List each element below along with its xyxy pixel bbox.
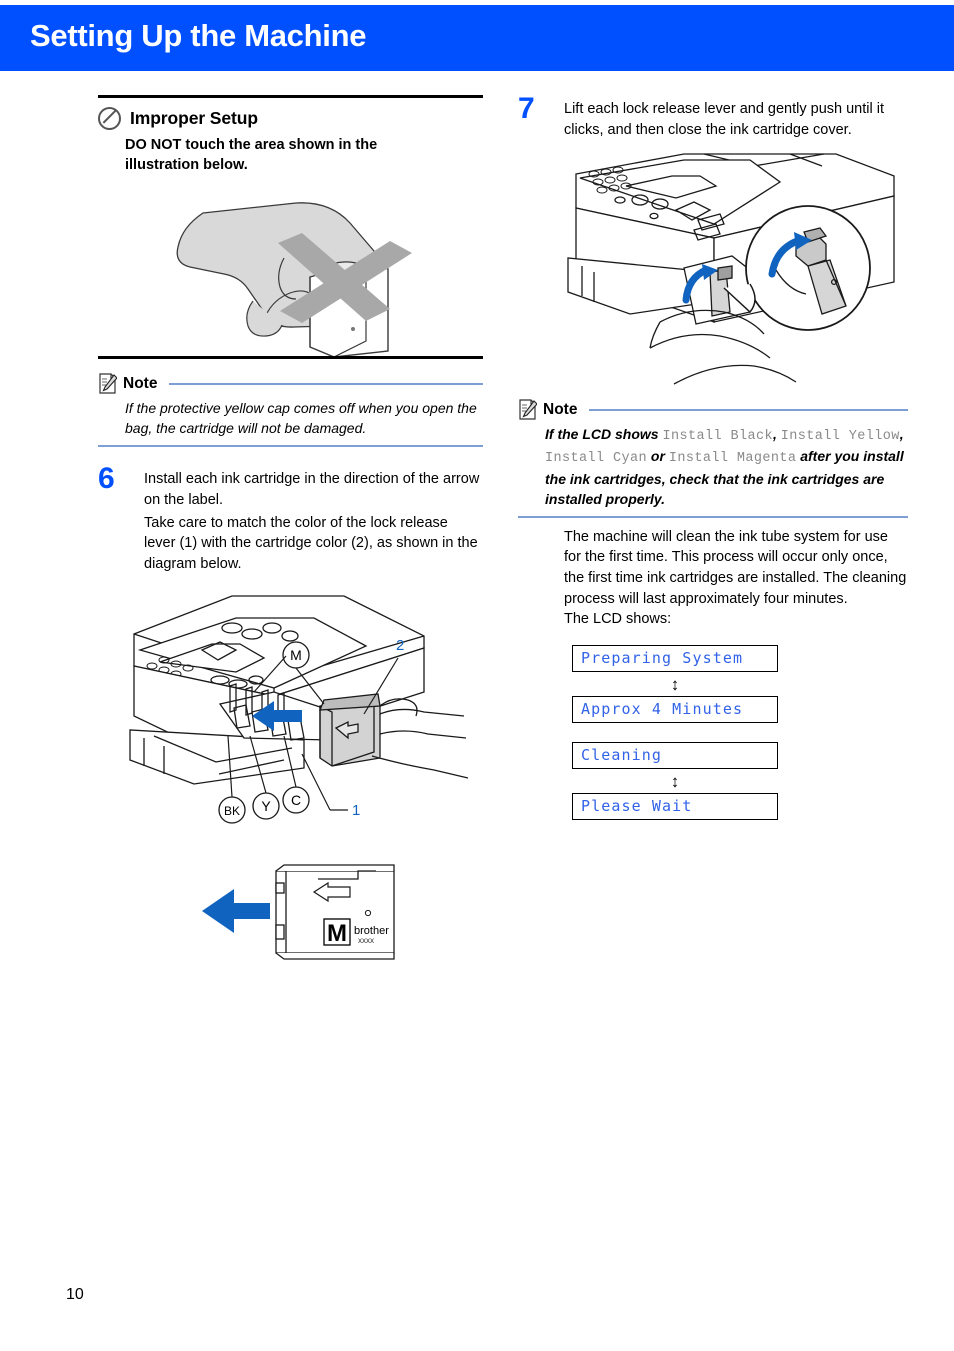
note-comma-2: , [899,426,904,443]
note-label-left: Note [123,374,158,392]
lcd-box-please-wait: Please Wait [572,792,778,820]
cleaning-paragraph: The machine will clean the ink tube syst… [564,528,907,607]
lcd-box-approx-4-minutes: Approx 4 Minutes [572,695,778,723]
step-7-text: Lift each lock release lever and gently … [564,101,884,138]
note-body-left: If the protective yellow cap comes off w… [125,400,477,437]
step-6-number: 6 [98,462,115,496]
callout-2: 2 [396,637,404,654]
note-header-left: Note [98,373,483,395]
step-7-number: 7 [518,92,535,125]
cartridge-model: XXXX [358,939,374,945]
note-header-right: Note [518,399,908,420]
lcd-arrow-1: ↕ [670,674,680,694]
note-label-right: Note [543,400,578,418]
note-body-right: If the LCD shows Install Black, Install … [545,424,908,509]
note-comma-1: , [772,426,777,443]
prohibition-icon [98,107,121,130]
page-header-bar: Setting Up the Machine [0,5,954,71]
improper-setup-body: DO NOT touch the area shown in the illus… [125,137,378,173]
note-prefix: If the LCD shows [545,426,663,443]
lcd-arrow-2: ↕ [670,771,680,791]
callout-1: 1 [352,802,360,819]
left-column: Improper Setup DO NOT touch the area sho… [98,95,483,961]
illustration-hand-do-not-touch [98,181,483,357]
printer-slots-svg: M BK Y C 2 1 [129,595,469,825]
svg-text:BK: BK [224,804,240,818]
note-bottom-rule-right [518,515,908,518]
lock-release-lever-svg [567,153,895,385]
improper-setup-top-rule [98,95,483,98]
cartridge-brand: brother [354,925,389,937]
cartridge-label-svg: M brother XXXX [202,864,395,961]
lcd-text-approx-4-minutes: Approx 4 Minutes [581,700,744,719]
note-header-rule-right [589,408,908,411]
lcd-box-preparing-system: Preparing System [572,644,778,672]
improper-setup-title: Improper Setup [130,108,258,128]
note-bottom-rule-left [98,445,483,448]
lcd-term-cyan: Install Cyan [545,451,648,467]
lcd-text-cleaning: Cleaning [581,746,663,765]
step-7: 7 Lift each lock release lever and gentl… [518,92,908,140]
note-header-rule-left [169,382,483,385]
improper-setup-bottom-rule [98,356,483,360]
lcd-text-preparing-system: Preparing System [581,649,744,668]
svg-text:C: C [291,792,301,808]
svg-text:M: M [290,647,302,663]
lcd-intro-text: The LCD shows: [564,611,672,628]
right-column: 7 Lift each lock release lever and gentl… [518,92,908,820]
lcd-term-magenta: Install Magenta [668,451,797,467]
direction-arrow-icon [202,889,270,934]
note-or: or [650,448,665,465]
step-6-text-line1: Install each ink cartridge in the direct… [144,471,480,509]
lcd-term-yellow: Install Yellow [780,429,900,445]
lcd-stack-gap [572,723,908,742]
illustration-cartridge-label: M brother XXXX [198,861,483,961]
step-6-text-line2: Take care to match the color of the lock… [144,514,478,572]
illustration-printer-slots: M BK Y C 2 1 [124,588,483,843]
lcd-message-stack: Preparing System ↕ Approx 4 Minutes Clea… [572,644,908,820]
page-number: 10 [66,1286,84,1303]
lcd-text-please-wait: Please Wait [581,797,693,816]
improper-setup-header: Improper Setup [98,107,483,130]
note-pencil-icon [518,399,538,420]
lcd-box-cleaning: Cleaning [572,741,778,769]
cartridge-letter: M [327,920,347,947]
page-title: Setting Up the Machine [30,18,367,53]
note-pencil-icon [98,373,118,395]
svg-text:Y: Y [261,798,271,814]
lcd-term-black: Install Black [662,429,773,445]
step-6: 6 Install each ink cartridge in the dire… [98,462,483,510]
illustration-lock-release-lever [564,152,908,387]
hand-cartridge-svg [176,202,412,357]
